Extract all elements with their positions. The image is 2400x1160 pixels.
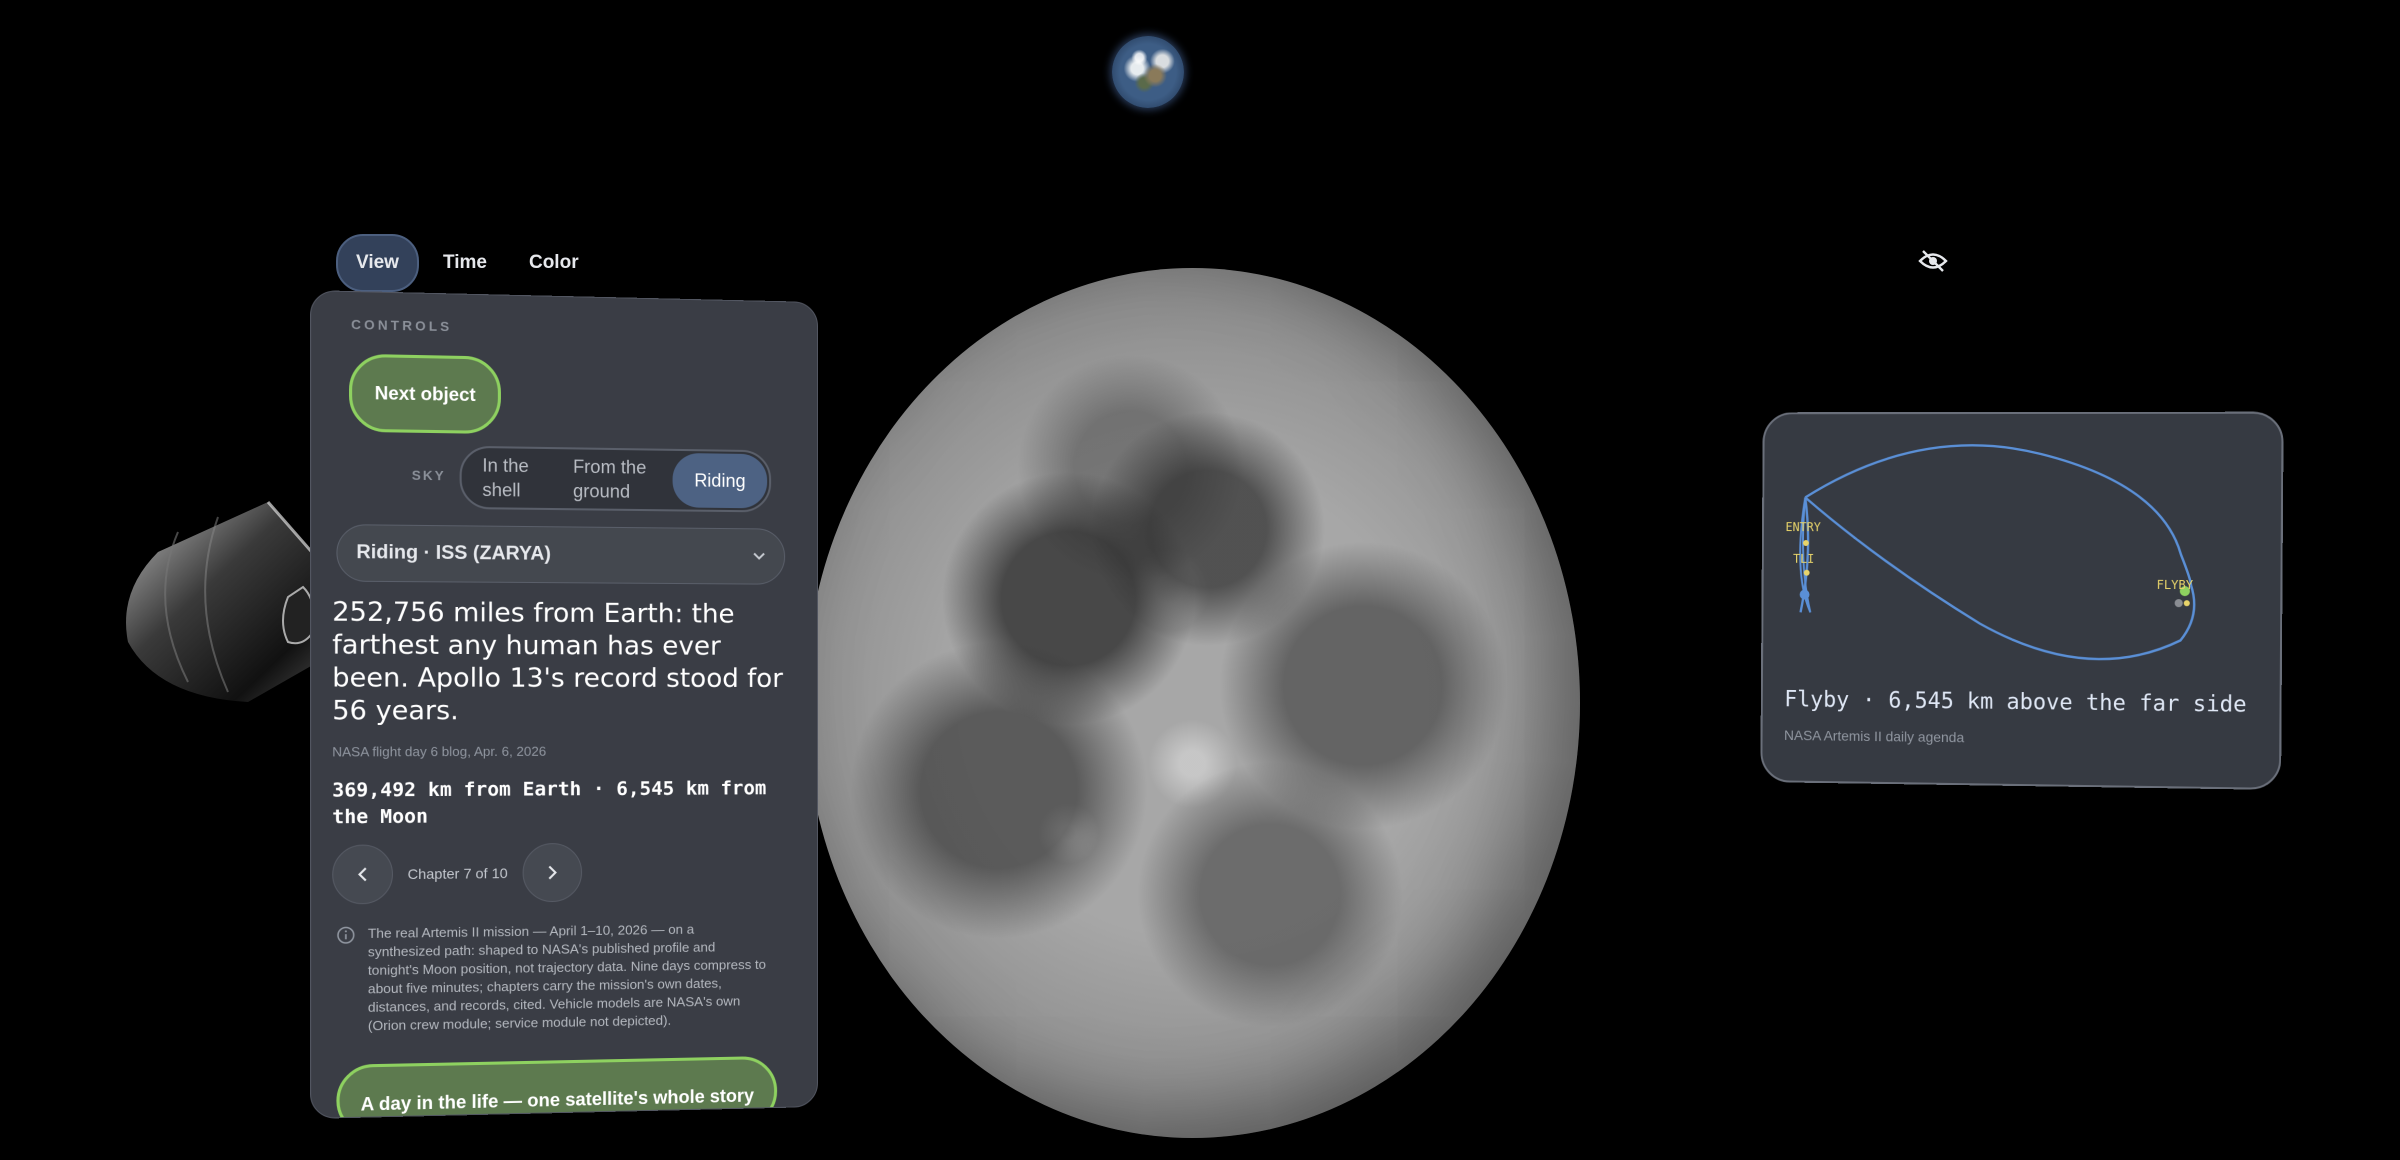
- entry-label: ENTRY: [1785, 520, 1820, 534]
- chevron-down-icon: [752, 549, 766, 563]
- disclaimer-text: The real Artemis II mission — April 1–10…: [367, 921, 766, 1034]
- mission-disclaimer: The real Artemis II mission — April 1–10…: [336, 920, 767, 1036]
- outbound-path: [1805, 445, 2192, 585]
- moon[interactable]: [805, 268, 1580, 1138]
- tab-bar: View Time Color: [336, 234, 597, 292]
- chevron-left-icon: [353, 865, 372, 884]
- earth-marker: [1799, 589, 1810, 600]
- sky-option-riding[interactable]: Riding: [672, 452, 768, 509]
- tab-view[interactable]: View: [336, 234, 419, 292]
- flyby-marker: [2183, 600, 2190, 607]
- chapter-headline: 252,756 miles from Earth: the farthest a…: [332, 597, 783, 727]
- next-object-button[interactable]: Next object: [349, 353, 501, 435]
- day-in-the-life-button[interactable]: A day in the life — one satellite's whol…: [336, 1055, 778, 1119]
- sky-option-from-the-ground[interactable]: From the ground: [552, 454, 672, 504]
- sky-option-in-the-shell[interactable]: In the shell: [462, 453, 553, 503]
- headline-source: NASA flight day 6 blog, Apr. 6, 2026: [332, 743, 547, 760]
- object-dropdown-value: Riding · ISS (ZARYA): [356, 541, 551, 565]
- controls-heading: CONTROLS: [351, 316, 453, 335]
- tli-label: TLI: [1793, 552, 1814, 566]
- trajectory-card: ENTRY TLI FLYBY Flyby · 6,545 km above t…: [1760, 411, 2284, 790]
- eye-slash-icon[interactable]: [1918, 248, 1948, 274]
- sky-mode-segmented-control: In the shell From the ground Riding: [459, 445, 772, 513]
- controls-panel: CONTROLS Next object SKY In the shell Fr…: [310, 290, 818, 1119]
- return-path: [1804, 497, 2195, 660]
- chapter-indicator: Chapter 7 of 10: [407, 864, 508, 883]
- chevron-right-icon: [543, 863, 561, 881]
- tli-marker: [1803, 569, 1810, 576]
- tab-color[interactable]: Color: [511, 236, 597, 290]
- object-dropdown[interactable]: Riding · ISS (ZARYA): [336, 524, 786, 585]
- info-icon: [336, 926, 355, 945]
- chapter-navigation: Chapter 7 of 10: [332, 842, 582, 905]
- earth[interactable]: [1112, 36, 1184, 108]
- distance-readout: 369,492 km from Earth · 6,545 km from th…: [332, 777, 767, 829]
- tab-time[interactable]: Time: [425, 236, 505, 290]
- sky-label: SKY: [411, 467, 446, 484]
- previous-chapter-button[interactable]: [332, 844, 393, 905]
- trajectory-source: NASA Artemis II daily agenda: [1783, 727, 1965, 746]
- entry-marker: [1802, 540, 1809, 547]
- scene: View Time Color CONTROLS Next object SKY…: [0, 0, 2400, 1160]
- trajectory-diagram: ENTRY TLI FLYBY: [1785, 414, 2282, 687]
- flyby-label: FLYBY: [2157, 578, 2194, 592]
- trajectory-caption: Flyby · 6,545 km above the far side: [1784, 687, 2247, 718]
- next-chapter-button[interactable]: [522, 842, 582, 903]
- moon-marker: [2174, 599, 2183, 608]
